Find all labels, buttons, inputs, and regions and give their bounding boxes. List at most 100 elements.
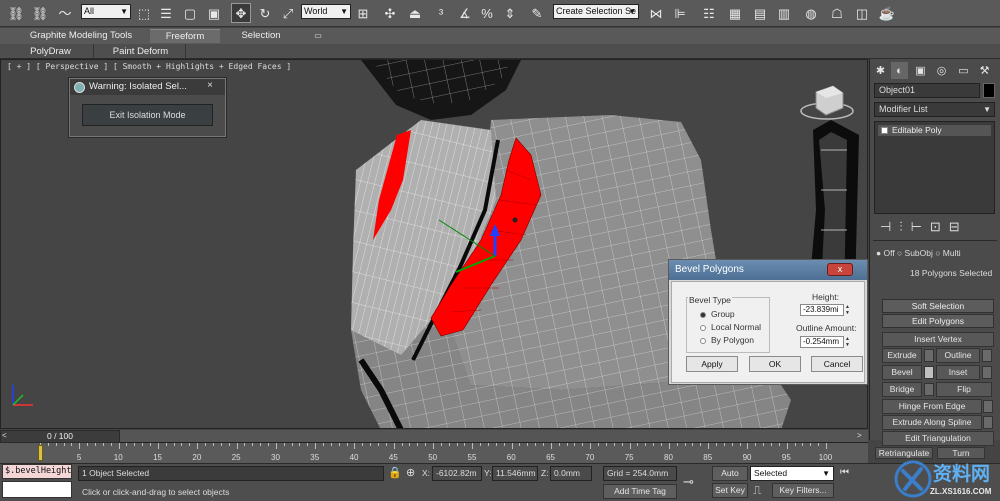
insert-vertex-button[interactable]: Insert Vertex xyxy=(882,332,994,347)
pivot-center-icon[interactable]: ⊞ xyxy=(353,3,373,23)
named-selection-dropdown[interactable]: Create Selection Se ▼ xyxy=(553,4,639,19)
close-icon[interactable]: × xyxy=(207,79,213,93)
outline-button[interactable]: Outline xyxy=(936,348,980,363)
key-filters-button[interactable]: Key Filters... xyxy=(772,483,834,498)
select-and-rotate-icon[interactable]: ↻ xyxy=(255,3,275,23)
select-and-link-icon[interactable]: ⛓ xyxy=(6,3,26,23)
percent-snap-icon[interactable]: % xyxy=(477,3,497,23)
material-editor-icon[interactable]: ◍ xyxy=(801,3,821,23)
panel-paint-deform[interactable]: Paint Deform xyxy=(96,44,186,59)
y-coord-field[interactable]: 11.546mm xyxy=(492,466,538,481)
maxscript-output-field[interactable] xyxy=(2,481,72,498)
bevel-button[interactable]: Bevel xyxy=(882,365,922,380)
apply-button[interactable]: Apply xyxy=(686,356,738,372)
schematic-view-icon[interactable]: ▥ xyxy=(774,3,794,23)
prev-frame-icon[interactable]: < xyxy=(2,431,7,440)
set-key-mode-icon[interactable]: ⎍ xyxy=(753,483,761,498)
angle-snap-icon[interactable]: ∡ xyxy=(455,3,475,23)
add-time-tag-button[interactable]: Add Time Tag xyxy=(603,484,677,499)
modifier-list-dropdown[interactable]: Modifier List ▼ xyxy=(874,102,995,117)
radio-group[interactable]: Group xyxy=(700,309,735,319)
soft-selection-options[interactable]: ● Off ○ SubObj ○ Multi xyxy=(876,248,961,258)
edit-triangulation-button[interactable]: Edit Triangulation xyxy=(882,431,994,446)
radio-local-normal[interactable]: Local Normal xyxy=(700,322,761,332)
hierarchy-tab-icon[interactable]: ▣ xyxy=(912,62,929,79)
bridge-button[interactable]: Bridge xyxy=(882,382,922,397)
extrude-settings-icon[interactable] xyxy=(924,349,934,362)
key-mode-dropdown[interactable]: Selected ▼ xyxy=(750,466,834,481)
height-spinner-icon[interactable]: ▲ ▼ xyxy=(844,304,851,316)
selection-lock-icon[interactable]: 🔒 xyxy=(388,466,402,479)
select-by-name-icon[interactable]: ☰ xyxy=(156,3,176,23)
render-production-icon[interactable]: ☕ xyxy=(877,3,897,23)
soft-selection-rollout[interactable]: Soft Selection xyxy=(882,299,994,313)
x-coord-field[interactable]: -6102.82m xyxy=(432,466,482,481)
modify-tab-icon[interactable]: ◐ xyxy=(891,62,908,79)
cancel-button[interactable]: Cancel xyxy=(811,356,863,372)
spinner-snap-icon[interactable]: ⇕ xyxy=(500,3,520,23)
create-tab-icon[interactable]: ✱ xyxy=(872,62,889,79)
tab-freeform[interactable]: Freeform xyxy=(150,29,220,43)
layer-manager-icon[interactable]: ☷ xyxy=(699,3,719,23)
time-slider-handle[interactable]: 0 / 100 xyxy=(0,430,120,443)
auto-key-button[interactable]: Auto Key xyxy=(712,466,748,491)
exit-isolation-mode-button[interactable]: Exit Isolation Mode xyxy=(82,104,213,126)
bevel-settings-icon[interactable] xyxy=(924,366,934,379)
curve-editor-icon[interactable]: ▤ xyxy=(750,3,770,23)
unlink-icon[interactable]: ⛓ xyxy=(30,3,50,23)
time-slider-track[interactable] xyxy=(0,430,868,443)
align-icon[interactable]: ⊫ xyxy=(670,3,690,23)
hinge-from-edge-button[interactable]: Hinge From Edge xyxy=(882,399,982,414)
display-tab-icon[interactable]: ▭ xyxy=(955,62,972,79)
render-setup-icon[interactable]: ☖ xyxy=(827,3,847,23)
select-manipulate-icon[interactable]: ✣ xyxy=(380,3,400,23)
height-field[interactable]: -23.839mi xyxy=(800,304,844,316)
modifier-stack[interactable]: Editable Poly xyxy=(874,121,995,214)
rect-selection-icon[interactable]: ▢ xyxy=(180,3,200,23)
hinge-settings-icon[interactable] xyxy=(983,400,993,413)
keyboard-shortcut-icon[interactable]: ⏏ xyxy=(405,3,425,23)
viewport-label[interactable]: [ + ] [ Perspective ] [ Smooth + Highlig… xyxy=(7,62,291,71)
select-object-icon[interactable]: ⬚ xyxy=(134,3,154,23)
mirror-icon[interactable]: ⋈ xyxy=(646,3,666,23)
panel-polydraw[interactable]: PolyDraw xyxy=(8,44,94,59)
next-frame-icon[interactable]: > xyxy=(857,431,862,440)
spline-settings-icon[interactable] xyxy=(983,416,993,429)
stack-expand-icon[interactable] xyxy=(881,127,888,134)
tab-graphite-modeling-tools[interactable]: Graphite Modeling Tools xyxy=(18,29,144,43)
extrude-along-spline-button[interactable]: Extrude Along Spline xyxy=(882,415,982,430)
snaps-toggle-icon[interactable]: ³ xyxy=(431,3,451,23)
bind-spacewarp-icon[interactable]: 〜 xyxy=(55,3,75,23)
outline-settings-icon[interactable] xyxy=(982,349,992,362)
set-key-button[interactable]: Set Key xyxy=(712,483,748,498)
tab-selection[interactable]: Selection xyxy=(228,29,294,43)
extrude-button[interactable]: Extrude xyxy=(882,348,922,363)
rendered-frame-icon[interactable]: ◫ xyxy=(852,3,872,23)
edit-named-selection-icon[interactable]: ✎ xyxy=(527,3,547,23)
outline-amount-field[interactable]: -0.254mm xyxy=(800,336,844,348)
motion-tab-icon[interactable]: ◎ xyxy=(933,62,950,79)
current-frame-marker[interactable] xyxy=(38,445,43,461)
ribbon-options-icon[interactable]: ▭ xyxy=(310,29,326,43)
selection-filter-dropdown[interactable]: All ▼ xyxy=(81,4,131,19)
stack-item-editable-poly[interactable]: Editable Poly xyxy=(878,125,991,136)
goto-start-icon[interactable]: ⏮ xyxy=(840,467,849,478)
edit-polygons-rollout[interactable]: Edit Polygons xyxy=(882,314,994,328)
maxscript-listener-field[interactable]: $.bevelHeight : xyxy=(2,464,72,489)
window-crossing-icon[interactable]: ▣ xyxy=(204,3,224,23)
object-name-field[interactable]: Object01 xyxy=(874,83,980,98)
flip-button[interactable]: Flip xyxy=(936,382,992,397)
inset-button[interactable]: Inset xyxy=(936,365,980,380)
select-and-scale-icon[interactable]: ⤢ xyxy=(278,3,298,23)
outline-spinner-icon[interactable]: ▲ ▼ xyxy=(844,336,851,348)
stack-tools-icons[interactable]: ⊣⫶⊢⊡⊟ xyxy=(880,219,968,235)
object-color-swatch[interactable] xyxy=(983,83,995,98)
graphite-toggle-icon[interactable]: ▦ xyxy=(725,3,745,23)
isolation-dialog-title[interactable]: Warning: Isolated Sel... × xyxy=(70,79,225,95)
track-bar[interactable]: 0510152025303540455055606570758085909510… xyxy=(0,443,868,463)
close-icon[interactable]: x xyxy=(827,263,853,276)
inset-settings-icon[interactable] xyxy=(982,366,992,379)
z-coord-field[interactable]: 0.0mm xyxy=(550,466,592,481)
bevel-dialog-title[interactable]: Bevel Polygons x xyxy=(669,260,867,280)
absolute-mode-icon[interactable]: ⊕ xyxy=(406,466,415,479)
